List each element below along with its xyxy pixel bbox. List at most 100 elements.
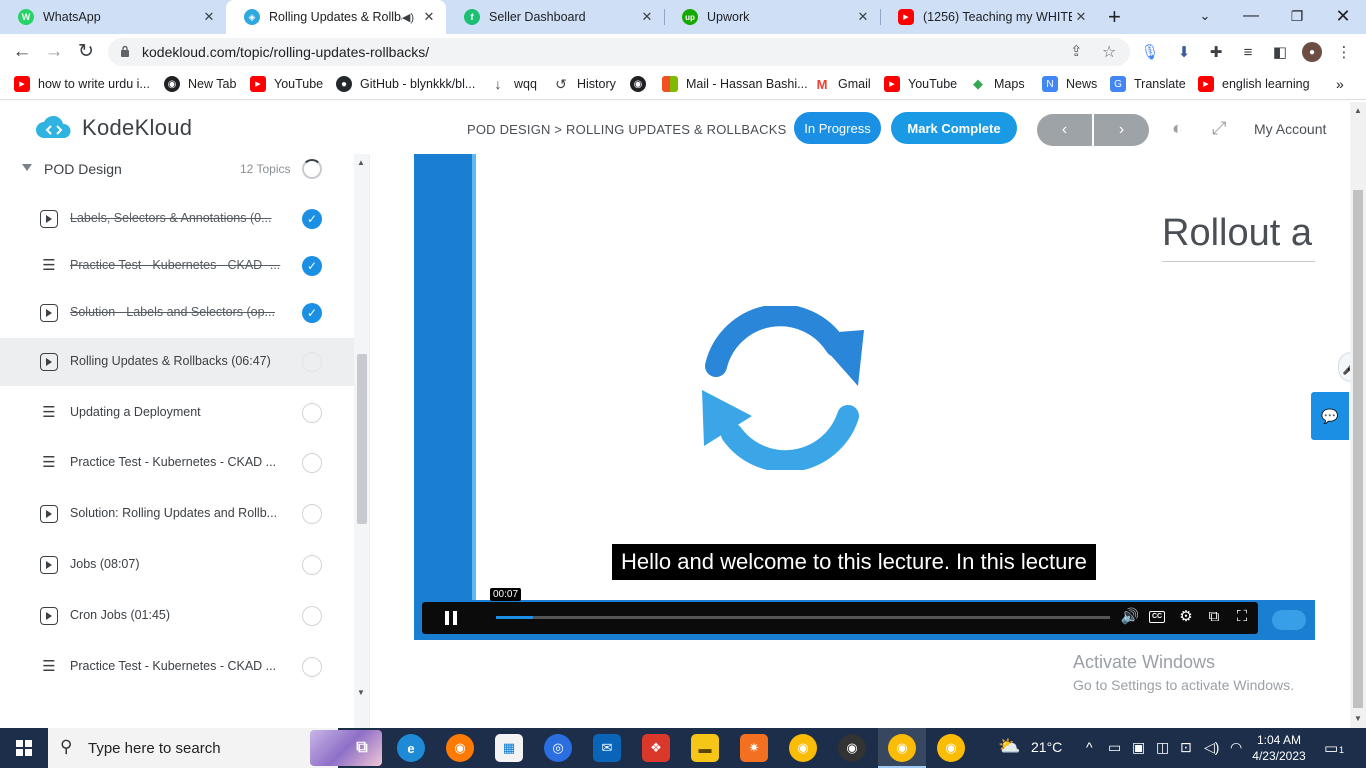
wifi-icon[interactable]: ◠ (1230, 739, 1242, 756)
incomplete-circle-icon[interactable] (302, 657, 322, 677)
volume-icon[interactable]: 🔊 (1119, 606, 1141, 628)
bookmark-item[interactable]: Mail - Hassan Bashi... (662, 76, 808, 92)
taskbar-search[interactable]: ⚲ Type here to search (48, 728, 382, 768)
mark-complete-button[interactable]: Mark Complete (891, 112, 1017, 144)
scroll-down-icon[interactable]: ▼ (357, 688, 365, 697)
scroll-down-icon[interactable]: ▼ (1354, 714, 1362, 723)
scroll-up-icon[interactable]: ▲ (1354, 106, 1362, 115)
close-window-button[interactable]: ✕ (1320, 4, 1366, 28)
minimize-button[interactable]: — (1228, 4, 1274, 28)
tab-kodekloud[interactable]: ◈ Rolling Updates & Rollba ◀) ✕ (226, 0, 446, 34)
weather-temperature[interactable]: 21°C (1031, 739, 1062, 755)
lesson-item[interactable]: ☰ Practice Test - Kubernetes - CKAD -...… (0, 242, 354, 290)
windows-start-icon[interactable] (16, 740, 32, 756)
bookmark-item[interactable]: ↓ wqq (490, 76, 537, 92)
close-icon[interactable]: ✕ (1072, 9, 1090, 25)
page-scrollbar[interactable]: ▲ ▼ (1350, 102, 1366, 728)
profile-avatar[interactable]: ● (1302, 42, 1322, 62)
bookmark-item[interactable]: ▶ how to write urdu i... (14, 76, 150, 92)
lesson-item[interactable]: Solution: Rolling Updates and Rollb... (0, 490, 354, 538)
monitor-icon[interactable]: ▣ (1132, 739, 1145, 756)
chrome-profile-icon[interactable]: ◉ (937, 734, 965, 762)
bookmark-item[interactable]: ● GitHub - blynkkk/bl... (336, 76, 475, 92)
bookmark-item[interactable]: N News (1042, 76, 1097, 92)
bookmark-item[interactable]: ◆ Maps (970, 76, 1025, 92)
kodekloud-logo[interactable]: KodeKloud (34, 114, 192, 142)
my-account-link[interactable]: My Account (1254, 121, 1326, 137)
bookmark-item[interactable]: ◉ (630, 76, 654, 92)
fullscreen-icon[interactable]: ⛶ (1231, 606, 1253, 628)
download-extension-icon[interactable]: ⬇ (1174, 42, 1194, 62)
bookmark-item[interactable]: ▶ english learning (1198, 76, 1310, 92)
weather-icon[interactable]: ⛅ (998, 736, 1020, 757)
app-icon[interactable]: ✷ (740, 734, 768, 762)
bookmark-item[interactable]: ◉ New Tab (164, 76, 236, 92)
bookmark-item[interactable]: ▶ YouTube (250, 76, 323, 92)
restore-button[interactable]: ❐ (1274, 4, 1320, 28)
back-button[interactable]: ← (10, 40, 34, 64)
network-adapter-icon[interactable]: ▭ (1108, 739, 1121, 756)
new-tab-button[interactable]: + (1108, 5, 1121, 29)
lesson-item[interactable]: Jobs (08:07) (0, 541, 354, 589)
close-icon[interactable]: ✕ (854, 9, 872, 25)
store-icon[interactable]: ▦ (495, 734, 523, 762)
settings-gear-icon[interactable]: ⚙ (1175, 606, 1197, 628)
incomplete-circle-icon[interactable] (302, 352, 322, 372)
bookmark-item[interactable]: M Gmail (814, 76, 871, 92)
reload-button[interactable]: ↻ (74, 40, 98, 64)
tab-search-icon[interactable]: ⌄ (1182, 4, 1228, 28)
address-bar[interactable]: kodekloud.com/topic/rolling-updates-roll… (108, 38, 1130, 66)
bookmark-item[interactable]: ▶ YouTube (884, 76, 957, 92)
bookmark-star-icon[interactable]: ☆ (1102, 42, 1116, 62)
completed-check-icon[interactable]: ✓ (302, 303, 322, 323)
tab-seller-dashboard[interactable]: f Seller Dashboard ✕ (446, 0, 664, 34)
volume-icon[interactable]: ◁) (1204, 739, 1219, 756)
firefox-icon[interactable]: ◉ (446, 734, 474, 762)
display-icon[interactable]: ⊡ (1180, 739, 1192, 756)
forward-button[interactable]: → (42, 40, 66, 64)
chrome-icon[interactable]: ◉ (789, 734, 817, 762)
seek-bar[interactable] (496, 616, 1110, 619)
app-icon[interactable]: ❖ (642, 734, 670, 762)
dark-mode-icon[interactable]: ◐ (1172, 118, 1183, 139)
sidebar-scrollbar[interactable]: ▲ ▼ (354, 154, 369, 728)
lesson-item-current[interactable]: Rolling Updates & Rollbacks (06:47) (0, 338, 354, 386)
lesson-item[interactable]: Cron Jobs (01:45) (0, 592, 354, 640)
mail-icon[interactable]: ✉ (593, 734, 621, 762)
section-header[interactable]: POD Design 12 Topics (0, 154, 354, 184)
close-icon[interactable]: ✕ (200, 9, 218, 25)
task-view-icon[interactable]: ⧉ (348, 734, 376, 762)
pause-button[interactable] (422, 602, 480, 634)
scroll-up-icon[interactable]: ▲ (357, 158, 365, 167)
device-icon[interactable]: ◫ (1156, 739, 1169, 756)
camera-icon[interactable]: ◉ (838, 734, 866, 762)
status-badge[interactable]: In Progress (794, 112, 881, 144)
bookmark-item[interactable]: G Translate (1110, 76, 1186, 92)
microphone-icon[interactable]: 🎙 (1140, 42, 1160, 62)
chat-icon[interactable]: 💬 (1311, 392, 1349, 440)
media-controls-icon[interactable]: ≡ (1238, 42, 1258, 62)
chrome-icon[interactable]: ◉ (888, 734, 916, 762)
app-icon[interactable]: ◎ (544, 734, 572, 762)
tab-upwork[interactable]: up Upwork ✕ (664, 0, 880, 34)
next-lesson-button[interactable]: › (1094, 114, 1149, 146)
page-scroll-thumb[interactable] (1353, 190, 1363, 708)
collapse-caret-icon[interactable] (22, 164, 32, 171)
incomplete-circle-icon[interactable] (302, 555, 322, 575)
side-panel-icon[interactable]: ◧ (1270, 42, 1290, 62)
incomplete-circle-icon[interactable] (302, 403, 322, 423)
speaker-icon[interactable]: ◀) (402, 11, 414, 24)
video-player[interactable]: Rollout a Hello and welcome to this lect… (414, 154, 1315, 640)
lesson-item[interactable]: Labels, Selectors & Annotations (0... ✓ (0, 195, 354, 243)
completed-check-icon[interactable]: ✓ (302, 209, 322, 229)
menu-icon[interactable]: ⋮ (1334, 42, 1354, 62)
bookmark-item[interactable]: ↺ History (553, 76, 616, 92)
notifications-icon[interactable]: ▭ (1324, 739, 1338, 757)
share-icon[interactable]: ⇪ (1070, 42, 1083, 60)
edge-icon[interactable]: e (397, 734, 425, 762)
incomplete-circle-icon[interactable] (302, 453, 322, 473)
more-bookmarks-icon[interactable]: » (1336, 76, 1344, 92)
lesson-item[interactable]: ☰ Updating a Deployment (0, 389, 354, 437)
incomplete-circle-icon[interactable] (302, 504, 322, 524)
previous-lesson-button[interactable]: ‹ (1037, 114, 1092, 146)
